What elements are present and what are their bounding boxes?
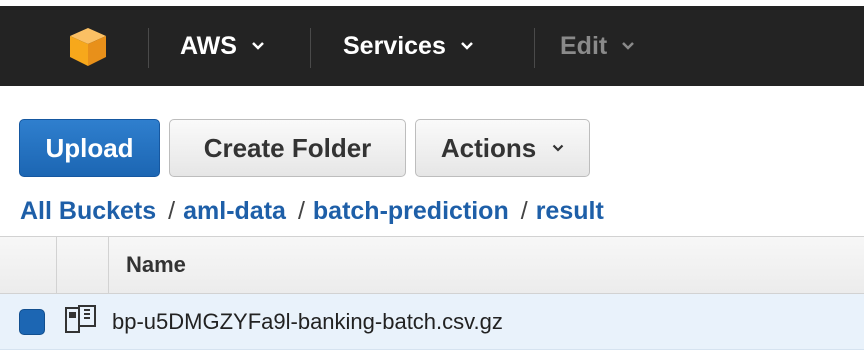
services-menu[interactable]: Services: [343, 6, 474, 86]
column-divider: [108, 237, 109, 293]
nav-separator: [148, 28, 149, 68]
nav-separator: [534, 28, 535, 68]
upload-button[interactable]: Upload: [19, 119, 160, 177]
table-header: Name: [0, 236, 864, 294]
column-divider: [56, 237, 57, 293]
row-select-checkbox[interactable]: [19, 309, 45, 335]
upload-button-label: Upload: [45, 132, 134, 163]
chevron-down-icon: [552, 144, 564, 152]
breadcrumb-all-buckets[interactable]: All Buckets: [20, 197, 156, 226]
file-name[interactable]: bp-u5DMGZYFa9l-banking-batch.csv.gz: [112, 294, 503, 350]
chevron-down-icon: [460, 42, 473, 50]
archive-file-icon: [65, 305, 96, 333]
breadcrumb-result[interactable]: result: [536, 197, 604, 226]
create-folder-button[interactable]: Create Folder: [169, 119, 406, 177]
services-menu-label: Services: [343, 31, 446, 60]
nav-separator: [310, 28, 311, 68]
create-folder-button-label: Create Folder: [203, 132, 372, 163]
edit-menu-label: Edit: [560, 31, 608, 60]
breadcrumb-separator: /: [520, 196, 528, 225]
actions-button-label: Actions: [440, 132, 537, 163]
table-row[interactable]: bp-u5DMGZYFa9l-banking-batch.csv.gz: [0, 294, 864, 350]
aws-cube-icon[interactable]: [66, 24, 110, 68]
aws-menu-label: AWS: [180, 31, 237, 60]
chevron-down-icon: [252, 42, 264, 50]
column-header-name[interactable]: Name: [126, 237, 186, 293]
actions-dropdown-button[interactable]: Actions: [415, 119, 590, 177]
edit-menu[interactable]: Edit: [560, 6, 635, 86]
breadcrumb-aml-data[interactable]: aml-data: [183, 197, 286, 226]
breadcrumb-separator: /: [297, 196, 305, 225]
breadcrumb: All Buckets / aml-data / batch-predictio…: [20, 195, 604, 227]
breadcrumb-batch-prediction[interactable]: batch-prediction: [313, 197, 509, 226]
file-table: Name bp-u5DMGZYFa9l-banking-batch.csv.gz: [0, 236, 864, 350]
aws-menu[interactable]: AWS: [180, 6, 265, 86]
chevron-down-icon: [622, 42, 635, 50]
breadcrumb-separator: /: [168, 196, 176, 225]
top-nav-bar: AWS Services Edit: [0, 0, 864, 86]
